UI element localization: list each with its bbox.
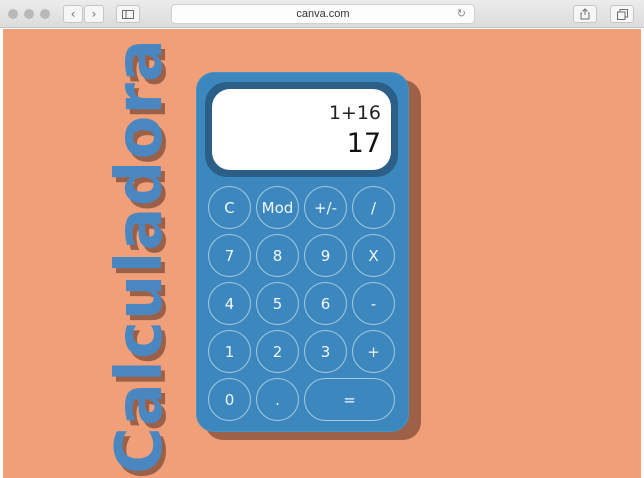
page-title: Calculadora (100, 38, 180, 474)
page-title-text: Calculadora (103, 37, 177, 475)
minus-button[interactable]: - (352, 282, 395, 325)
decimal-button[interactable]: . (256, 378, 299, 421)
back-button[interactable]: ‹ (63, 5, 83, 23)
digit-4-button[interactable]: 4 (208, 282, 251, 325)
digit-0-button[interactable]: 0 (208, 378, 251, 421)
digit-6-button[interactable]: 6 (304, 282, 347, 325)
digit-5-button[interactable]: 5 (256, 282, 299, 325)
clear-button[interactable]: C (208, 186, 251, 229)
multiply-button[interactable]: X (352, 234, 395, 277)
mod-button[interactable]: Mod (256, 186, 299, 229)
digit-8-button[interactable]: 8 (256, 234, 299, 277)
tabs-icon (616, 8, 628, 20)
address-bar[interactable]: canva.com ↻ (171, 4, 475, 24)
share-icon (580, 8, 590, 20)
digit-3-button[interactable]: 3 (304, 330, 347, 373)
chevron-right-icon: › (91, 7, 97, 21)
reload-icon[interactable]: ↻ (457, 7, 466, 20)
show-tabs-button[interactable] (610, 5, 634, 23)
display-result: 17 (346, 128, 381, 159)
equals-button[interactable]: = (304, 378, 395, 421)
minimize-window-button[interactable] (24, 9, 34, 19)
sidebar-icon (122, 9, 134, 19)
divide-button[interactable]: / (352, 186, 395, 229)
forward-button[interactable]: › (84, 5, 104, 23)
digit-7-button[interactable]: 7 (208, 234, 251, 277)
close-window-button[interactable] (8, 9, 18, 19)
digit-2-button[interactable]: 2 (256, 330, 299, 373)
zoom-window-button[interactable] (40, 9, 50, 19)
browser-toolbar: ‹ › canva.com ↻ (0, 0, 644, 28)
share-button[interactable] (573, 5, 597, 23)
sign-toggle-button[interactable]: +/- (304, 186, 347, 229)
digit-9-button[interactable]: 9 (304, 234, 347, 277)
chevron-left-icon: ‹ (70, 7, 76, 21)
display-expression: 1+16 (328, 102, 381, 124)
plus-button[interactable]: + (352, 330, 395, 373)
url-text: canva.com (296, 8, 350, 20)
sidebar-toggle-button[interactable] (116, 5, 140, 23)
digit-1-button[interactable]: 1 (208, 330, 251, 373)
